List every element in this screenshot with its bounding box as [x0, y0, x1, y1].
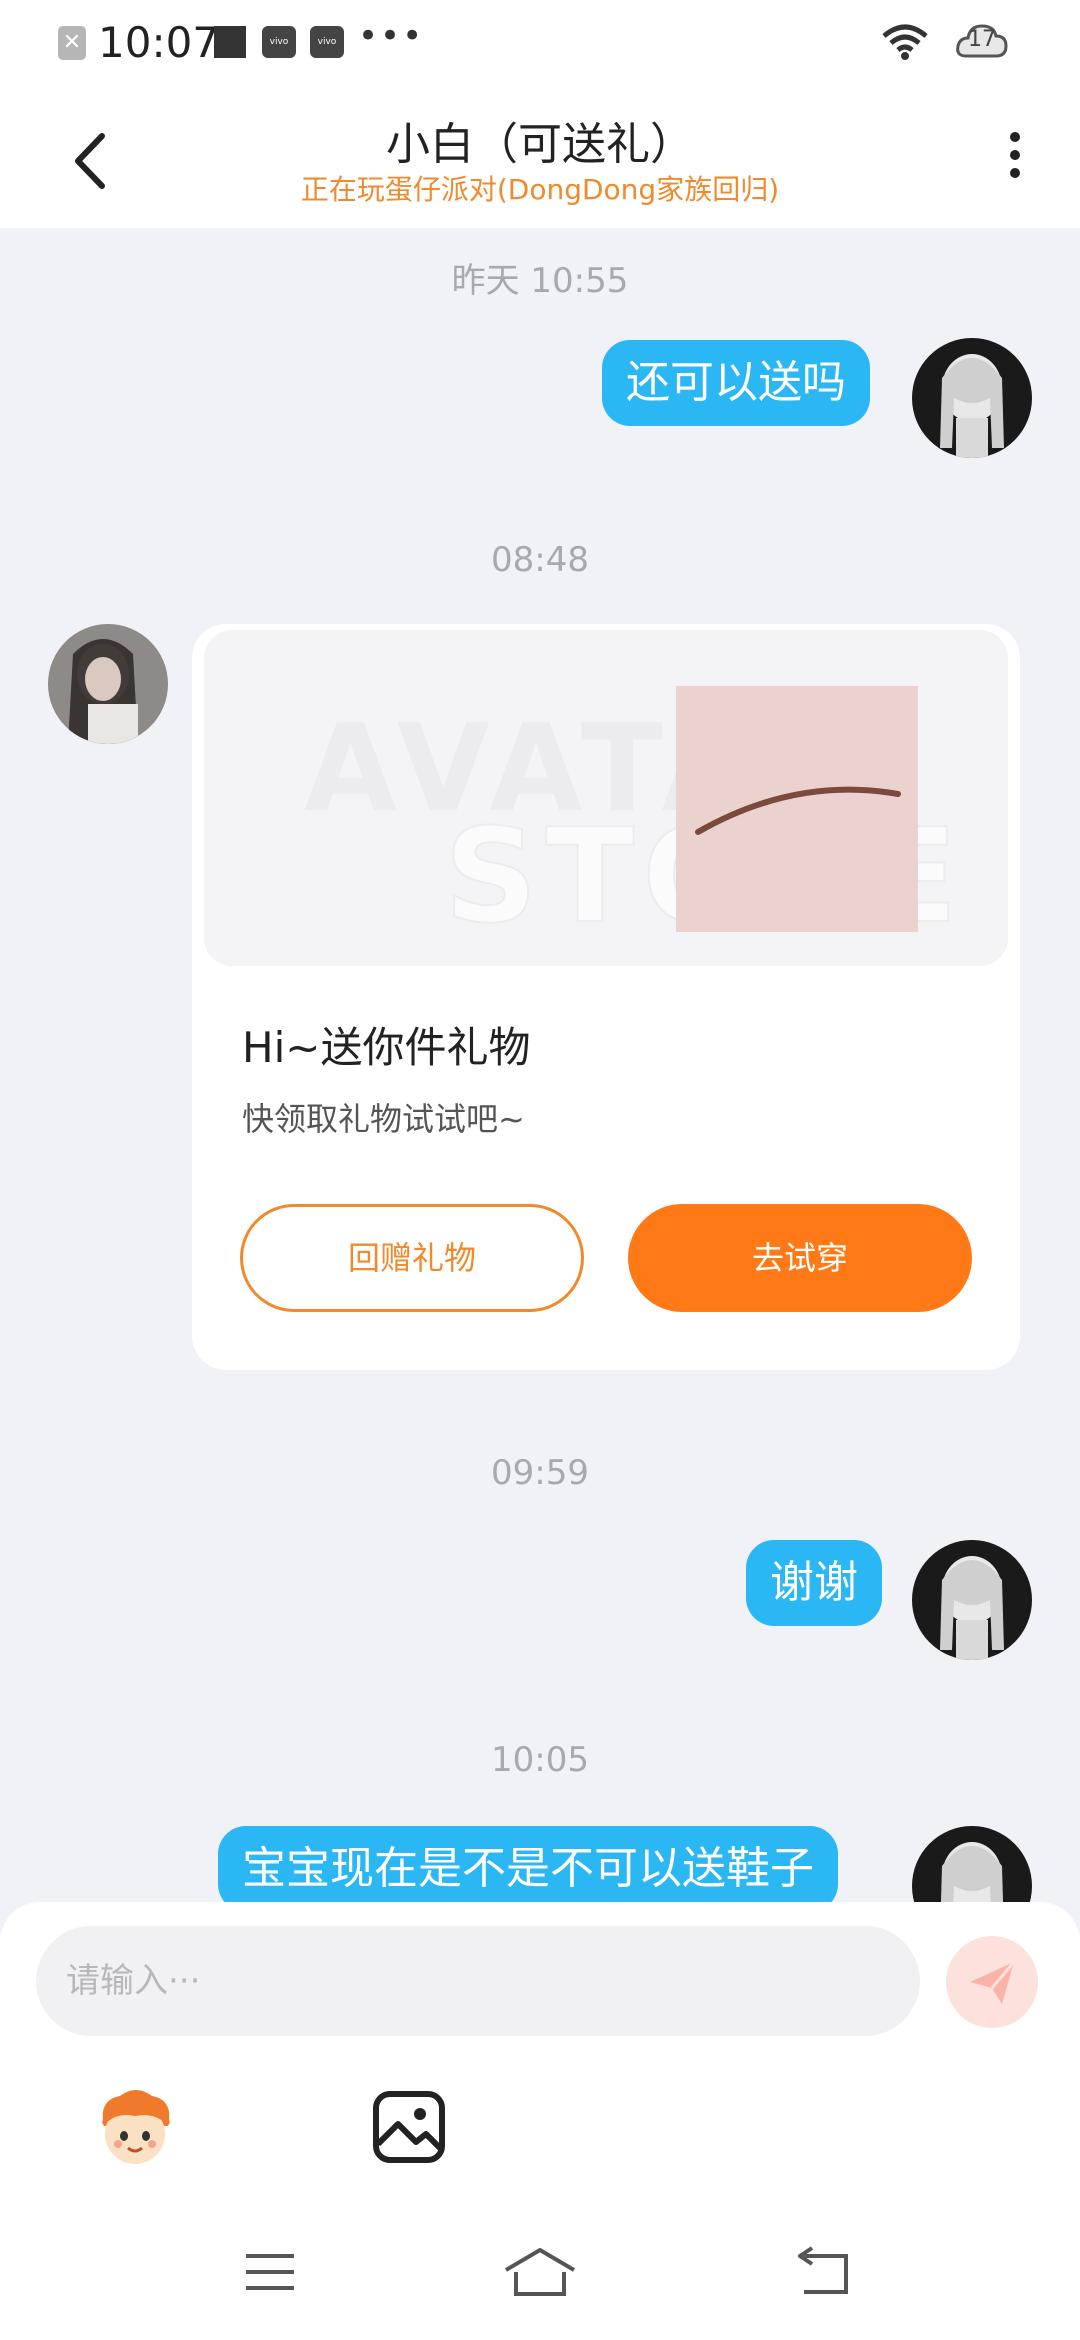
timestamp: 09:59 [491, 1453, 589, 1493]
status-time: 10:07 [98, 18, 220, 67]
try-on-button[interactable]: 去试穿 [628, 1204, 972, 1312]
notification-x-icon: ✕ [58, 26, 86, 60]
battery-level: 17 [968, 27, 996, 52]
vivo-app-icon: vivo [262, 26, 296, 58]
gift-card-title: Hi~送你件礼物 [242, 1023, 531, 1072]
gift-preview: AVATAR STORE [204, 630, 1008, 966]
home-icon[interactable] [500, 2244, 580, 2300]
send-button[interactable] [946, 1936, 1038, 2028]
chat-header: 小白（可送礼） 正在玩蛋仔派对(DongDong家族回归) [0, 86, 1080, 228]
nav-back-icon[interactable] [790, 2246, 854, 2300]
gift-item-image [676, 686, 918, 932]
friend-avatar[interactable] [48, 624, 168, 744]
my-avatar[interactable] [912, 338, 1032, 458]
return-gift-button[interactable]: 回赠礼物 [240, 1204, 584, 1312]
chat-status-subtitle: 正在玩蛋仔派对(DongDong家族回归) [300, 173, 780, 206]
message-bubble-sent[interactable]: 谢谢 [746, 1540, 882, 1626]
wifi-icon [882, 24, 928, 60]
gift-card-description: 快领取礼物试试吧~ [242, 1100, 525, 1138]
timestamp: 10:05 [491, 1740, 589, 1780]
gift-card[interactable]: AVATAR STORE Hi~送你件礼物 快领取礼物试试吧~ 回赠礼物 去试穿 [192, 624, 1020, 1370]
status-bar: ✕ 10:07 vivo vivo ••• 17 [0, 0, 1080, 86]
message-input[interactable] [36, 1926, 920, 2036]
photo-gallery-icon[interactable] [364, 2082, 454, 2172]
more-notifications-icon: ••• [358, 16, 425, 56]
notification-square-icon [214, 26, 246, 58]
send-paper-plane-icon [970, 1961, 1016, 2004]
menu-icon[interactable] [240, 2248, 300, 2298]
more-options-icon[interactable] [1000, 126, 1030, 196]
message-bubble-sent[interactable]: 还可以送吗 [602, 340, 870, 426]
timestamp: 昨天 10:55 [451, 261, 629, 301]
emoji-sticker-icon[interactable] [90, 2082, 180, 2172]
timestamp: 08:48 [491, 540, 589, 580]
my-avatar[interactable] [912, 1540, 1032, 1660]
chat-title: 小白（可送礼） [386, 119, 694, 170]
vivo-app-icon-2: vivo [310, 26, 344, 58]
message-bubble-sent[interactable]: 宝宝现在是不是不可以送鞋子 [218, 1826, 838, 1912]
